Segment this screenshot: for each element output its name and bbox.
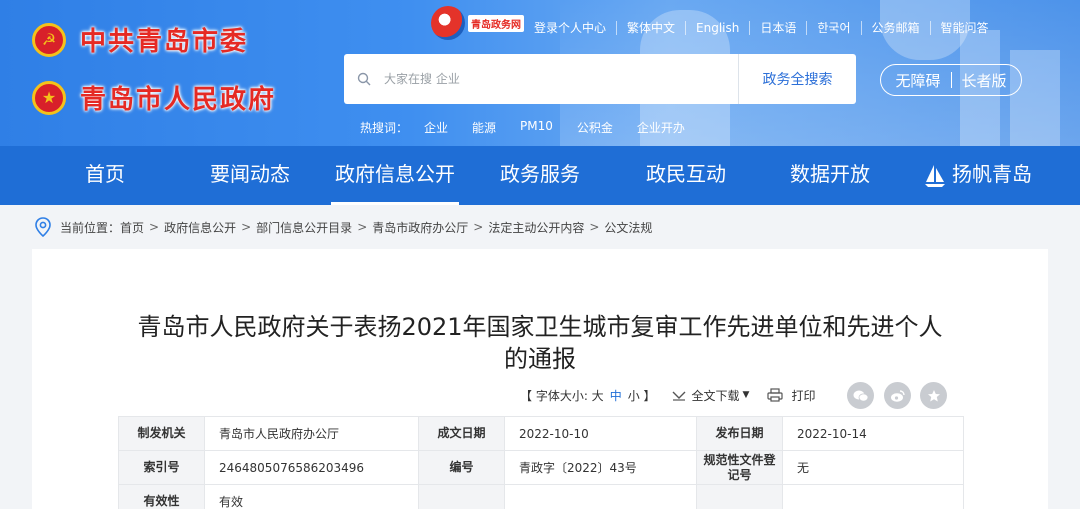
search-icon — [344, 72, 384, 86]
breadcrumb-item[interactable]: 政府信息公开 — [164, 219, 236, 236]
breadcrumb-item[interactable]: 部门信息公开目录 — [256, 219, 352, 236]
top-link-english[interactable]: English — [685, 21, 749, 35]
location-pin-icon — [35, 217, 51, 237]
gov-title: 青岛市人民政府 — [80, 85, 277, 115]
site-badge-label: 青岛政务网 — [468, 14, 524, 32]
nav-interaction[interactable]: 政民互动 — [636, 146, 736, 205]
breadcrumb-separator: > — [241, 220, 252, 234]
search-button[interactable]: 政务全搜索 — [738, 54, 856, 104]
party-title: 中共青岛市委 — [80, 27, 249, 57]
favorite-star-icon[interactable] — [920, 382, 947, 409]
table-row: 制发机关 青岛市人民政府办公厅 成文日期 2022-10-10 发布日期 202… — [118, 416, 964, 451]
hot-word[interactable]: 企业 — [424, 119, 448, 136]
header-banner: ☭ 中共青岛市委 ★ 青岛市人民政府 青岛政务网 登录个人中心 繁体中文 Eng… — [0, 0, 1080, 146]
top-link-login[interactable]: 登录个人中心 — [534, 21, 616, 35]
nav-services[interactable]: 政务服务 — [490, 146, 590, 205]
breadcrumb-item[interactable]: 公文法规 — [604, 219, 652, 236]
elder-mode-link[interactable]: 长者版 — [962, 70, 1007, 91]
national-emblem-icon: ★ — [32, 80, 66, 115]
meta-value: 无 — [782, 450, 964, 485]
weibo-share-icon[interactable] — [884, 382, 911, 409]
meta-key — [418, 484, 505, 509]
breadcrumb-separator: > — [589, 220, 600, 234]
breadcrumb-separator: > — [357, 220, 368, 234]
search-input[interactable] — [384, 54, 738, 104]
party-emblem-icon: ☭ — [32, 22, 66, 57]
table-row: 有效性 有效 — [118, 484, 964, 509]
download-icon — [672, 391, 686, 401]
article-title-line2: 的通报 — [504, 345, 576, 373]
meta-value: 2022-10-14 — [782, 416, 964, 451]
hot-search-label: 热搜词： — [360, 121, 409, 135]
font-size-medium[interactable]: 中 — [610, 387, 622, 404]
font-size-small[interactable]: 小 】 — [628, 387, 656, 404]
font-size-label[interactable]: 【 字体大小: 大 — [520, 387, 604, 404]
site-badge[interactable]: 青岛政务网 — [431, 6, 527, 40]
meta-value: 青岛市人民政府办公厅 — [204, 416, 419, 451]
article-tools: 【 字体大小: 大 中 小 】 全文下载 ▼ 打印 — [520, 384, 815, 406]
meta-value: 有效 — [204, 484, 419, 509]
main-nav: 首页 要闻动态 政府信息公开 政务服务 政民互动 数据开放 扬帆青岛 — [0, 146, 1080, 205]
meta-value — [504, 484, 697, 509]
globe-icon — [431, 6, 465, 40]
breadcrumb-separator: > — [473, 220, 484, 234]
meta-key: 索引号 — [118, 450, 205, 485]
top-link-traditional[interactable]: 繁体中文 — [616, 21, 685, 35]
document-meta-table: 制发机关 青岛市人民政府办公厅 成文日期 2022-10-10 发布日期 202… — [118, 416, 964, 509]
access-divider — [950, 72, 952, 88]
nav-gov-info[interactable]: 政府信息公开 — [331, 146, 459, 205]
hot-word[interactable]: 公积金 — [577, 119, 613, 136]
meta-key: 有效性 — [118, 484, 205, 509]
hot-word[interactable]: 能源 — [472, 119, 496, 136]
meta-value: 青政字〔2022〕43号 — [504, 450, 697, 485]
accessibility-link[interactable]: 无障碍 — [895, 70, 940, 91]
meta-key: 制发机关 — [118, 416, 205, 451]
meta-key: 编号 — [418, 450, 505, 485]
meta-value — [782, 484, 964, 509]
table-row: 索引号 2464805076586203496 编号 青政字〔2022〕43号 … — [118, 450, 964, 485]
download-button[interactable]: 全文下载 — [692, 387, 740, 404]
party-logo[interactable]: ☭ 中共青岛市委 — [32, 21, 248, 58]
nav-news[interactable]: 要闻动态 — [200, 146, 300, 205]
nav-yangfan[interactable]: 扬帆青岛 — [918, 146, 1038, 205]
nav-open-data[interactable]: 数据开放 — [782, 146, 878, 205]
breadcrumb-label: 当前位置： — [60, 220, 121, 235]
article-title: 青岛市人民政府关于表扬2021年国家卫生城市复审工作先进单位和先进个人 的通报 — [0, 311, 1080, 375]
meta-key — [696, 484, 783, 509]
meta-value: 2022-10-10 — [504, 416, 697, 451]
breadcrumb-item[interactable]: 首页 — [120, 219, 144, 236]
wechat-share-icon[interactable] — [847, 382, 874, 409]
sail-icon — [925, 164, 945, 187]
breadcrumb: 当前位置： 首页 > 政府信息公开 > 部门信息公开目录 > 青岛市政府办公厅 … — [34, 216, 652, 238]
top-link-mail[interactable]: 公务邮箱 — [860, 21, 930, 35]
hot-word[interactable]: PM10 — [520, 119, 553, 136]
top-link-korean[interactable]: 한국어 — [806, 21, 860, 35]
top-links: 登录个人中心 繁体中文 English 日本语 한국어 公务邮箱 智能问答 — [534, 21, 999, 35]
meta-key: 发布日期 — [696, 416, 783, 451]
top-link-japanese[interactable]: 日本语 — [749, 21, 806, 35]
hot-search: 热搜词： 企业 能源 PM10 公积金 企业开办 — [360, 119, 709, 136]
article-title-line1: 青岛市人民政府关于表扬2021年国家卫生城市复审工作先进单位和先进个人 — [137, 313, 943, 341]
nav-home[interactable]: 首页 — [62, 146, 148, 205]
gov-logo[interactable]: ★ 青岛市人民政府 — [32, 79, 276, 116]
search-box: 政务全搜索 — [344, 54, 856, 104]
accessibility-links: 无障碍 长者版 — [880, 64, 1022, 96]
chevron-down-icon: ▼ — [742, 390, 750, 400]
breadcrumb-item[interactable]: 青岛市政府办公厅 — [372, 219, 468, 236]
print-button[interactable]: 打印 — [791, 387, 815, 404]
print-icon — [767, 388, 784, 402]
meta-key: 成文日期 — [418, 416, 505, 451]
breadcrumb-item[interactable]: 法定主动公开内容 — [488, 219, 584, 236]
top-link-qa[interactable]: 智能问答 — [929, 21, 999, 35]
meta-value: 2464805076586203496 — [204, 450, 419, 485]
nav-yangfan-label: 扬帆青岛 — [952, 162, 1032, 186]
breadcrumb-separator: > — [149, 220, 160, 234]
hot-word[interactable]: 企业开办 — [637, 119, 685, 136]
meta-key: 规范性文件登记号 — [696, 450, 783, 485]
